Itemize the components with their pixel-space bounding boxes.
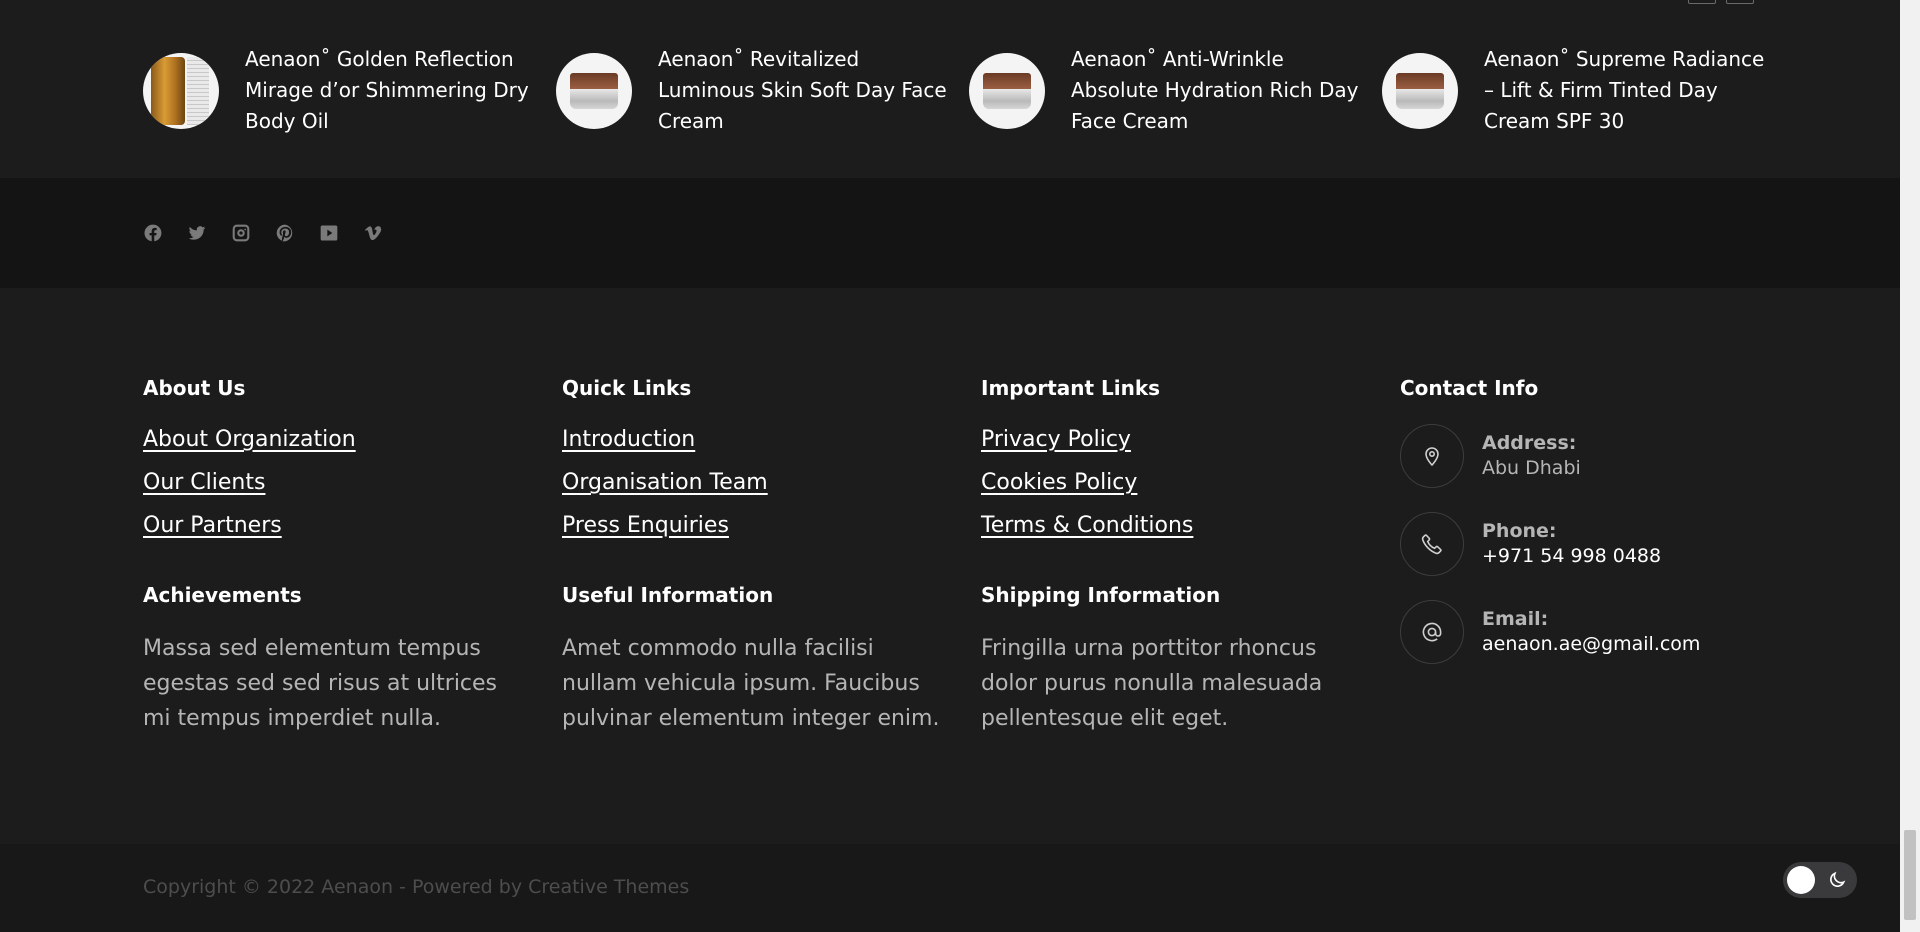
contact-value: Abu Dhabi (1482, 457, 1581, 479)
slider-next-button[interactable] (1726, 0, 1754, 4)
vimeo-icon[interactable] (363, 223, 383, 243)
product-thumbnail[interactable] (969, 52, 1045, 129)
product-title[interactable]: Aenaon˚ Anti-Wrinkle Absolute Hydration … (1071, 44, 1361, 137)
footer-link[interactable]: Our Clients (143, 470, 265, 495)
product-thumbnail[interactable] (143, 52, 219, 129)
footer-column-important: Important Links Privacy Policy Cookies P… (981, 376, 1361, 736)
twitter-icon[interactable] (187, 223, 207, 243)
footer-text: Massa sed elementum tempus egestas sed s… (143, 636, 498, 731)
copyright-text: Copyright © 2022 Aenaon - Powered by Cre… (143, 876, 690, 898)
email-link[interactable]: aenaon.ae@gmail.com (1482, 633, 1700, 655)
footer-link[interactable]: Our Partners (143, 513, 282, 538)
product-card[interactable]: Aenaon˚ Revitalized Luminous Skin Soft D… (556, 44, 956, 137)
footer-link[interactable]: About Organization (143, 427, 356, 452)
copyright-bar: Copyright © 2022 Aenaon - Powered by Cre… (0, 844, 1900, 932)
product-card[interactable]: Aenaon˚ Anti-Wrinkle Absolute Hydration … (969, 44, 1369, 137)
footer-link[interactable]: Introduction (562, 427, 695, 452)
social-icons (143, 223, 383, 243)
moon-icon (1827, 870, 1847, 890)
page-scrollbar[interactable] (1900, 0, 1920, 932)
footer-link[interactable]: Organisation Team (562, 470, 768, 495)
footer-heading: Important Links (981, 376, 1161, 400)
phone-icon (1400, 512, 1464, 576)
social-bar (0, 178, 1900, 288)
footer-column-quick: Quick Links Introduction Organisation Te… (562, 376, 942, 736)
footer-heading: Achievements (143, 583, 302, 607)
slider-prev-button[interactable] (1688, 0, 1716, 4)
footer-text: Amet commodo nulla facilisi nullam vehic… (562, 636, 940, 731)
product-thumbnail[interactable] (1382, 52, 1458, 129)
slider-arrows (1688, 0, 1754, 4)
footer-heading: Quick Links (562, 376, 692, 400)
footer-link[interactable]: Terms & Conditions (981, 513, 1193, 538)
location-icon (1400, 424, 1464, 488)
youtube-icon[interactable] (319, 223, 339, 243)
footer-text: Fringilla urna porttitor rhoncus dolor p… (981, 636, 1323, 731)
contact-label: Address: (1482, 432, 1577, 454)
contact-phone: Phone: +971 54 998 0488 (1400, 512, 1780, 576)
contact-label: Email: (1482, 608, 1549, 630)
pinterest-icon[interactable] (275, 223, 295, 243)
product-thumbnail[interactable] (556, 52, 632, 129)
footer-column-contact: Contact Info Address: Abu Dhabi Phone: +… (1400, 376, 1780, 664)
footer-widgets: About Us About Organization Our Clients … (0, 288, 1900, 844)
footer-link[interactable]: Cookies Policy (981, 470, 1137, 495)
footer-link[interactable]: Privacy Policy (981, 427, 1131, 452)
footer-heading: Contact Info (1400, 376, 1539, 400)
page: Aenaon˚ Golden Reflection Mirage d’or Sh… (0, 0, 1900, 932)
contact-label: Phone: (1482, 520, 1557, 542)
footer-link-list: Introduction Organisation Team Press Enq… (562, 424, 942, 543)
product-title[interactable]: Aenaon˚ Golden Reflection Mirage d’or Sh… (245, 44, 535, 137)
footer-link[interactable]: Press Enquiries (562, 513, 729, 538)
footer-link-list: About Organization Our Clients Our Partn… (143, 424, 523, 543)
toggle-knob[interactable] (1787, 866, 1815, 894)
related-products: Aenaon˚ Golden Reflection Mirage d’or Sh… (0, 0, 1900, 178)
phone-link[interactable]: +971 54 998 0488 (1482, 545, 1661, 567)
product-card[interactable]: Aenaon˚ Supreme Radiance – Lift & Firm T… (1382, 44, 1782, 137)
facebook-icon[interactable] (143, 223, 163, 243)
product-card[interactable]: Aenaon˚ Golden Reflection Mirage d’or Sh… (143, 44, 543, 137)
footer-link-list: Privacy Policy Cookies Policy Terms & Co… (981, 424, 1361, 543)
scrollbar-thumb[interactable] (1904, 830, 1916, 920)
footer-heading: Useful Information (562, 583, 774, 607)
product-title[interactable]: Aenaon˚ Revitalized Luminous Skin Soft D… (658, 44, 948, 137)
contact-address: Address: Abu Dhabi (1400, 424, 1780, 488)
product-title[interactable]: Aenaon˚ Supreme Radiance – Lift & Firm T… (1484, 44, 1774, 137)
footer-heading: About Us (143, 376, 246, 400)
theme-toggle[interactable] (1783, 862, 1857, 898)
contact-email: Email: aenaon.ae@gmail.com (1400, 600, 1780, 664)
footer-heading: Shipping Information (981, 583, 1221, 607)
footer-column-about: About Us About Organization Our Clients … (143, 376, 523, 736)
instagram-icon[interactable] (231, 223, 251, 243)
at-sign-icon (1400, 600, 1464, 664)
